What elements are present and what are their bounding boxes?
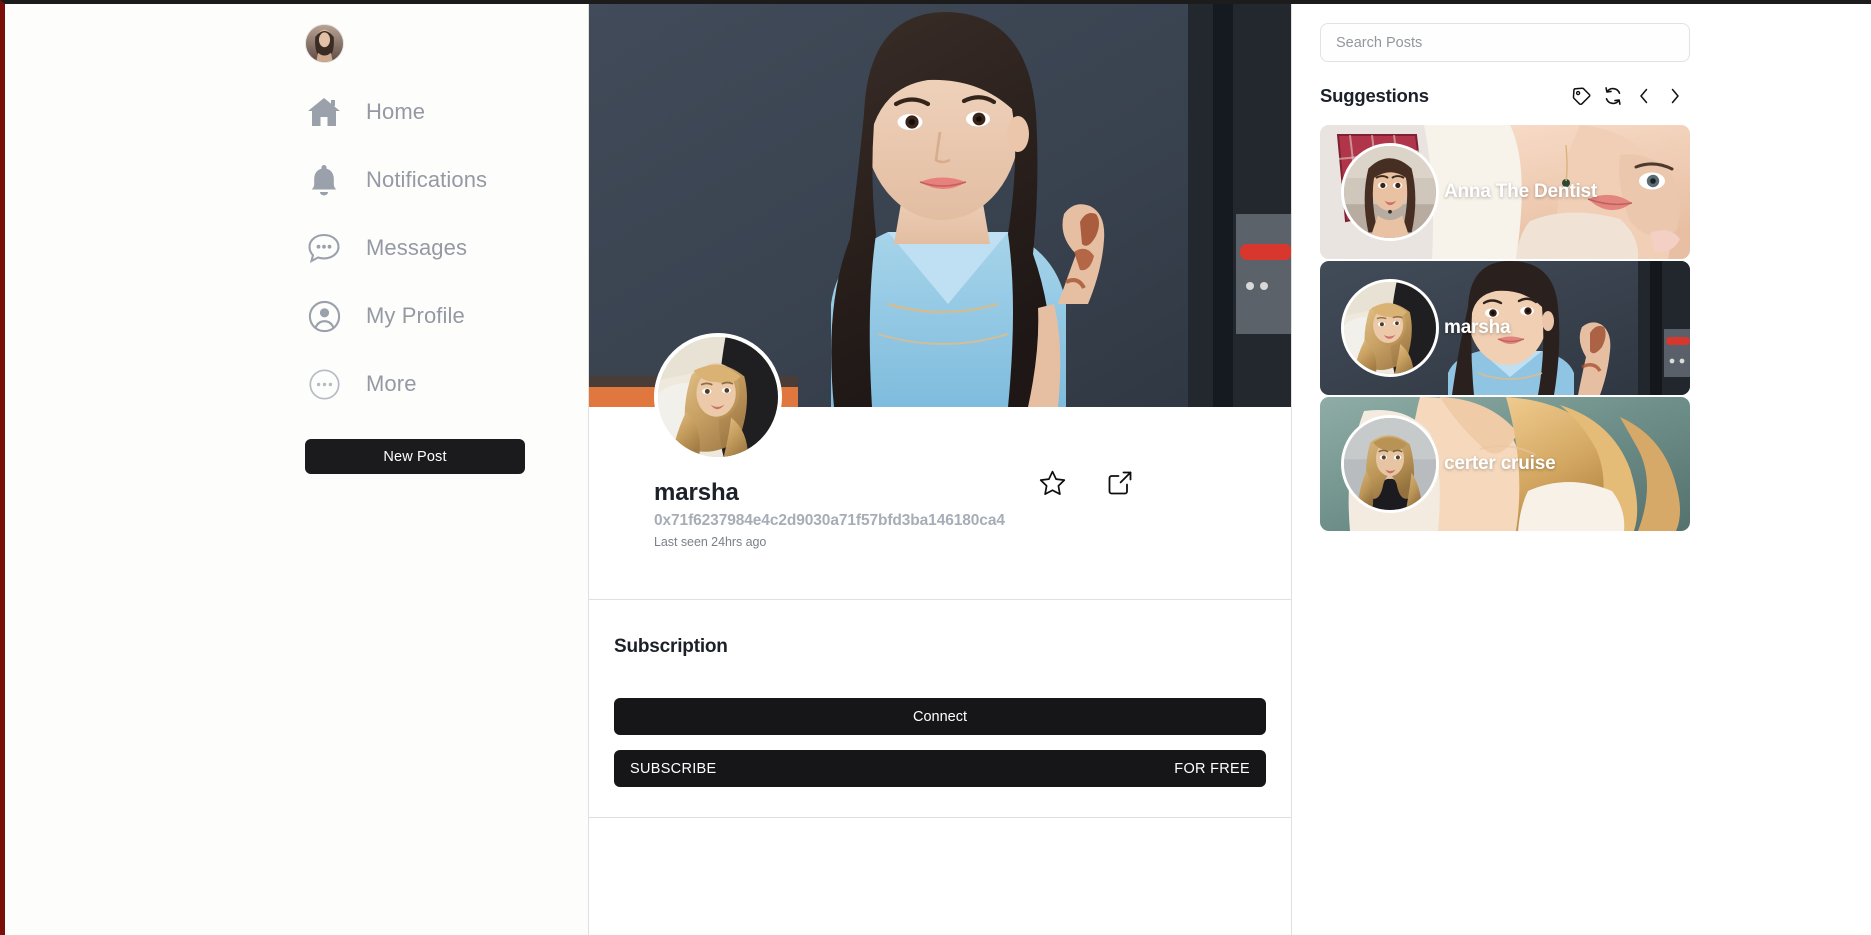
favorite-star-icon[interactable]	[1036, 467, 1068, 499]
suggestions-toolbar	[1566, 83, 1690, 109]
sidebar-item-more[interactable]: More	[305, 361, 535, 407]
profile-header: marsha 0x71f6237984e4c2d9030a71f57bfd3ba…	[589, 333, 1291, 600]
suggestions-list: Anna The Dentist marsha certer cruise	[1320, 125, 1690, 533]
profile-display-name: marsha	[654, 479, 739, 506]
suggestion-card[interactable]: Anna The Dentist	[1320, 125, 1690, 259]
user-circle-icon	[305, 297, 343, 335]
subscribe-price-label: FOR FREE	[1174, 760, 1250, 777]
sidebar-item-home[interactable]: Home	[305, 89, 535, 135]
sidebar-item-label: My Profile	[366, 303, 465, 328]
suggestions-title: Suggestions	[1320, 85, 1429, 106]
sidebar-item-messages[interactable]: Messages	[305, 225, 535, 271]
sidebar-item-label: Messages	[366, 235, 468, 260]
subscribe-button[interactable]: SUBSCRIBE FOR FREE	[614, 750, 1266, 787]
suggestions-header: Suggestions	[1320, 83, 1690, 109]
bell-icon	[305, 161, 343, 199]
right-sidebar: Suggestions	[1292, 4, 1871, 935]
profile-meta: marsha 0x71f6237984e4c2d9030a71f57bfd3ba…	[654, 479, 1005, 549]
suggestion-name: certer cruise	[1444, 453, 1556, 474]
tag-icon[interactable]	[1566, 83, 1597, 109]
suggestion-avatar	[1341, 279, 1439, 377]
suggestion-card[interactable]: marsha	[1320, 261, 1690, 395]
sidebar-item-label: Home	[366, 99, 426, 124]
sidebar-item-my-profile[interactable]: My Profile	[305, 293, 535, 339]
subscription-title: Subscription	[614, 636, 728, 657]
subscribe-label: SUBSCRIBE	[630, 760, 717, 777]
home-icon	[305, 93, 343, 131]
suggestion-avatar	[1341, 143, 1439, 241]
profile-wallet-address: 0x71f6237984e4c2d9030a71f57bfd3ba146180c…	[654, 511, 1005, 529]
suggestion-card[interactable]: certer cruise	[1320, 397, 1690, 531]
profile-last-seen: Last seen 24hrs ago	[654, 534, 767, 549]
sidebar-content: Home Notifications Messages My Profile M…	[305, 24, 535, 474]
sidebar-item-label: More	[366, 371, 417, 396]
sidebar-item-notifications[interactable]: Notifications	[305, 157, 535, 203]
ellipsis-circle-icon	[305, 365, 343, 403]
user-avatar-thumbnail[interactable]	[305, 24, 344, 63]
suggestion-name: marsha	[1444, 317, 1511, 338]
search-input[interactable]	[1320, 23, 1690, 62]
share-external-link-icon[interactable]	[1104, 467, 1136, 499]
suggestion-name: Anna The Dentist	[1444, 181, 1598, 202]
refresh-icon[interactable]	[1597, 83, 1628, 109]
center-column: marsha 0x71f6237984e4c2d9030a71f57bfd3ba…	[588, 4, 1292, 935]
search-container	[1320, 23, 1690, 62]
feed-empty-area	[589, 818, 1291, 935]
connect-button[interactable]: Connect	[614, 698, 1266, 735]
new-post-button[interactable]: New Post	[305, 439, 525, 474]
profile-action-buttons	[1036, 467, 1136, 499]
app-window: Home Notifications Messages My Profile M…	[0, 0, 1871, 935]
chat-bubble-icon	[305, 229, 343, 267]
sidebar-item-label: Notifications	[366, 167, 488, 192]
subscription-section: Subscription Connect SUBSCRIBE FOR FREE	[589, 600, 1291, 818]
chevron-right-icon[interactable]	[1659, 83, 1690, 109]
left-sidebar: Home Notifications Messages My Profile M…	[5, 4, 588, 935]
chevron-left-icon[interactable]	[1628, 83, 1659, 109]
suggestion-avatar	[1341, 415, 1439, 513]
profile-avatar[interactable]	[654, 333, 782, 461]
